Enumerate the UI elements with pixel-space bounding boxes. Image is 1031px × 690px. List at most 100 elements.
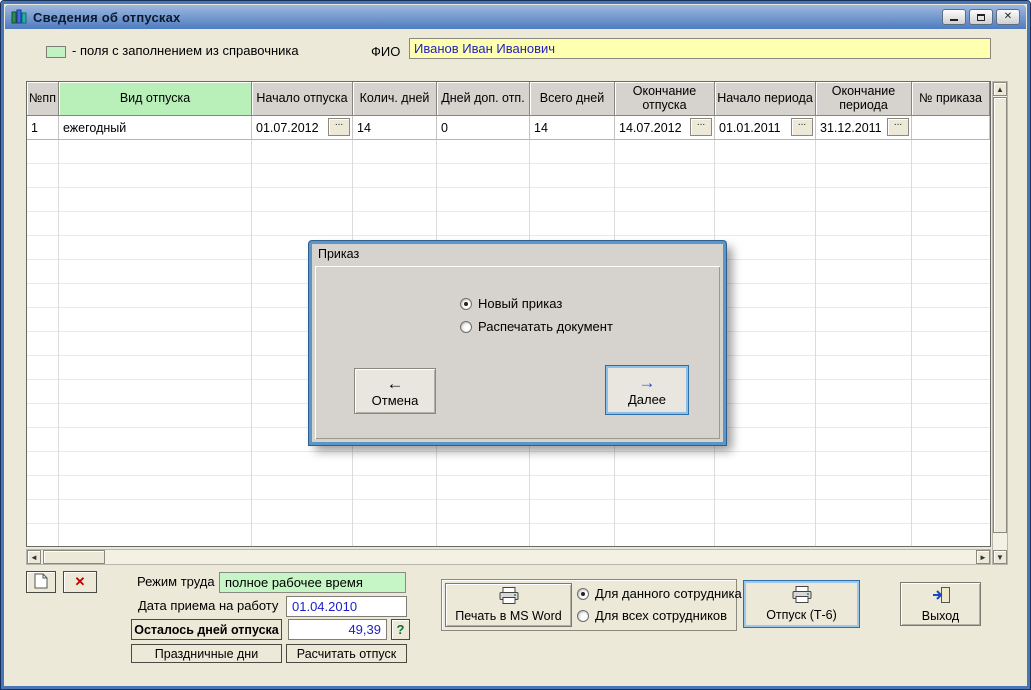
new-record-button[interactable] [26, 571, 56, 593]
cell-period-end-value: 31.12.2011 [820, 121, 882, 135]
exit-icon [931, 586, 951, 607]
cell-end-value: 14.07.2012 [619, 121, 682, 135]
help-button[interactable]: ? [391, 619, 410, 640]
days-left-label: Осталось дней отпуска [131, 619, 282, 640]
col-header-total-days[interactable]: Всего дней [530, 82, 615, 116]
app-icon [11, 9, 27, 25]
delete-icon: ✕ [75, 574, 86, 590]
cell-period-start[interactable]: 01.01.2011 ... [715, 116, 816, 140]
col-header-extra-days[interactable]: Дней доп. отп. [437, 82, 530, 116]
print-word-button-label: Печать в MS Word [455, 609, 561, 623]
cancel-button[interactable]: ← Отмена [354, 368, 436, 414]
help-icon: ? [397, 622, 405, 637]
app-window: Сведения об отпусках ✕ - поля с заполнен… [0, 0, 1031, 690]
printer-icon [791, 586, 813, 606]
col-header-vacation-type[interactable]: Вид отпуска [59, 82, 252, 116]
maximize-icon [977, 14, 985, 21]
calculate-vacation-button[interactable]: Расчитать отпуск [286, 644, 407, 663]
date-picker-button[interactable]: ... [328, 118, 350, 136]
vacation-form-button[interactable]: Отпуск (Т-6) [743, 580, 860, 628]
date-picker-button[interactable]: ... [791, 118, 813, 136]
horizontal-scroll-thumb[interactable] [43, 550, 105, 564]
cell-extra-days[interactable]: 0 [437, 116, 530, 140]
close-icon: ✕ [1004, 12, 1012, 22]
close-button[interactable]: ✕ [996, 9, 1020, 25]
scroll-right-button[interactable]: ► [976, 550, 990, 564]
order-dialog: Приказ Новый приказ Распечатать документ… [309, 241, 726, 445]
hire-date-field[interactable]: 01.04.2010 [286, 596, 407, 617]
work-mode-field[interactable]: полное рабочее время [219, 572, 406, 593]
vertical-scroll-thumb[interactable] [993, 97, 1007, 533]
cell-vacation-type[interactable]: ежегодный [59, 116, 252, 140]
col-header-period-end[interactable]: Окончание периода [816, 82, 912, 116]
scroll-left-icon: ◄ [30, 553, 38, 562]
next-button-label: Далее [628, 392, 666, 407]
next-button[interactable]: → Далее [605, 365, 689, 415]
cell-days[interactable]: 14 [353, 116, 437, 140]
cell-start-value: 01.07.2012 [256, 121, 319, 135]
legend-note: - поля с заполнением из справочника [72, 43, 299, 58]
cancel-button-label: Отмена [372, 393, 419, 408]
radio-all-employees[interactable]: Для всех сотрудников [577, 608, 727, 623]
table-row[interactable]: 1 ежегодный 01.07.2012 ... 14 0 14 14.07… [27, 116, 990, 140]
col-header-period-start[interactable]: Начало периода [715, 82, 816, 116]
maximize-button[interactable] [969, 9, 993, 25]
minimize-icon [950, 19, 958, 21]
col-header-end[interactable]: Окончание отпуска [615, 82, 715, 116]
radio-print-document-icon [460, 321, 472, 333]
col-header-start[interactable]: Начало отпуска [252, 82, 353, 116]
reference-field-swatch [46, 46, 66, 58]
cell-order-num[interactable] [912, 116, 990, 140]
fio-label: ФИО [371, 44, 400, 59]
radio-print-document[interactable]: Распечатать документ [460, 319, 613, 334]
radio-new-order-label: Новый приказ [478, 296, 562, 311]
window-title: Сведения об отпусках [33, 10, 180, 25]
printer-icon [498, 587, 520, 607]
days-left-field[interactable]: 49,39 [288, 619, 387, 640]
vertical-scrollbar[interactable]: ▲ ▼ [992, 81, 1008, 565]
radio-new-order[interactable]: Новый приказ [460, 296, 562, 311]
cell-total-days[interactable]: 14 [530, 116, 615, 140]
arrow-right-icon: → [639, 374, 656, 391]
radio-current-employee-icon [577, 588, 589, 600]
exit-button[interactable]: Выход [900, 582, 981, 626]
holidays-button[interactable]: Праздничные дни [131, 644, 282, 663]
radio-all-employees-icon [577, 610, 589, 622]
dialog-title: Приказ [318, 247, 359, 261]
cell-period-end[interactable]: 31.12.2011 ... [816, 116, 912, 140]
col-header-num[interactable]: №пп [27, 82, 59, 116]
hire-date-label: Дата приема на работу [138, 598, 278, 613]
vacation-form-button-label: Отпуск (Т-6) [766, 608, 837, 622]
scroll-down-button[interactable]: ▼ [993, 550, 1007, 564]
col-header-order-num[interactable]: № приказа [912, 82, 990, 116]
holidays-button-label: Праздничные дни [155, 647, 258, 661]
horizontal-scrollbar[interactable]: ◄ ► [26, 549, 991, 565]
work-mode-label: Режим труда [137, 574, 215, 589]
scroll-up-button[interactable]: ▲ [993, 82, 1007, 96]
col-header-days[interactable]: Колич. дней [353, 82, 437, 116]
radio-current-employee[interactable]: Для данного сотрудника [577, 586, 742, 601]
date-picker-button[interactable]: ... [690, 118, 712, 136]
cell-end[interactable]: 14.07.2012 ... [615, 116, 715, 140]
scroll-up-icon: ▲ [996, 85, 1004, 94]
radio-current-employee-label: Для данного сотрудника [595, 586, 742, 601]
minimize-button[interactable] [942, 9, 966, 25]
scroll-left-button[interactable]: ◄ [27, 550, 41, 564]
print-word-button[interactable]: Печать в MS Word [445, 583, 572, 627]
exit-button-label: Выход [922, 609, 959, 623]
new-document-icon [34, 573, 48, 592]
table-header-row: №пп Вид отпуска Начало отпуска Колич. дн… [27, 82, 990, 116]
cell-num[interactable]: 1 [27, 116, 59, 140]
date-picker-button[interactable]: ... [887, 118, 909, 136]
radio-print-document-label: Распечатать документ [478, 319, 613, 334]
calculate-button-label: Расчитать отпуск [297, 647, 396, 661]
cell-period-start-value: 01.01.2011 [719, 121, 781, 135]
cell-start[interactable]: 01.07.2012 ... [252, 116, 353, 140]
fio-input[interactable]: Иванов Иван Иванович [409, 38, 991, 59]
titlebar[interactable]: Сведения об отпусках ✕ [5, 5, 1026, 29]
delete-record-button[interactable]: ✕ [63, 571, 97, 593]
radio-new-order-icon [460, 298, 472, 310]
scroll-down-icon: ▼ [996, 553, 1004, 562]
radio-all-employees-label: Для всех сотрудников [595, 608, 727, 623]
scroll-right-icon: ► [979, 553, 987, 562]
